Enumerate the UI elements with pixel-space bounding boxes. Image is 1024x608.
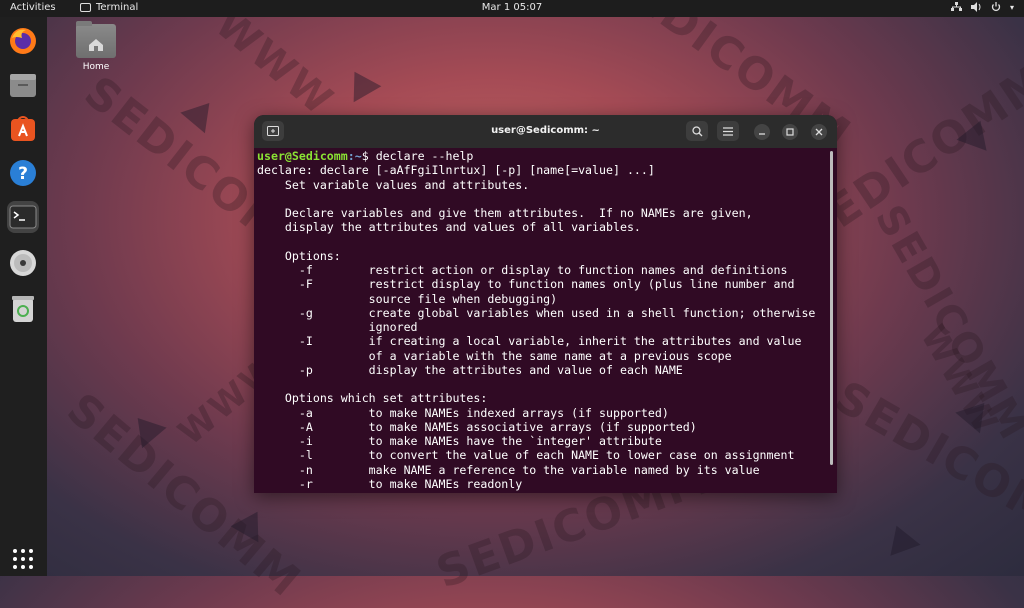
output-line: Options which set attributes: <box>257 391 488 406</box>
terminal-headerbar[interactable]: user@Sedicomm: ~ <box>254 115 837 148</box>
output-line: -i to make NAMEs have the `integer' attr… <box>257 434 662 448</box>
output-line: Declare variables and give them attribut… <box>257 206 753 220</box>
dock-disc[interactable] <box>7 247 39 279</box>
output-line: of a variable with the same name at a pr… <box>257 348 732 363</box>
prompt-line: user@Sedicomm:~$ declare --help <box>257 149 473 163</box>
dock-software[interactable] <box>7 113 39 145</box>
terminal-icon <box>9 205 37 229</box>
output-line: -a to make NAMEs indexed arrays (if supp… <box>257 405 669 420</box>
prompt-path: :~ <box>347 149 362 163</box>
dock-app-grid[interactable] <box>7 543 39 575</box>
output-line: display the attributes and values of all… <box>257 220 641 235</box>
output-line: ignored <box>257 320 418 334</box>
output-line: declare: declare [-aAfFgiIlnrtux] [-p] [… <box>257 163 655 178</box>
output-line: -l to convert the value of each NAME to … <box>257 448 795 463</box>
desktop-home-folder[interactable]: Home <box>75 21 117 72</box>
software-icon <box>11 116 35 141</box>
output-line: -n make NAME a reference to the variable… <box>257 462 760 477</box>
terminal-title: user@Sedicomm: ~ <box>491 125 600 136</box>
firefox-icon <box>10 28 36 54</box>
terminal-output: declare: declare [-aAfFgiIlnrtux] [-p] [… <box>257 163 815 491</box>
triangle-mark <box>881 520 921 556</box>
menu-button[interactable] <box>717 121 739 141</box>
search-button[interactable] <box>686 121 708 141</box>
terminal-scrollbar[interactable] <box>830 151 833 465</box>
search-icon <box>691 125 702 136</box>
output-line: -p display the attributes and value of e… <box>257 362 683 377</box>
output-line: -g create global variables when used in … <box>257 305 816 320</box>
maximize-icon <box>786 128 794 136</box>
prompt-user: user@Sedicomm <box>257 149 348 163</box>
close-button[interactable] <box>811 124 827 140</box>
hamburger-icon <box>723 126 733 136</box>
output-line: -I if creating a local variable, inherit… <box>257 334 802 349</box>
network-icon <box>950 2 962 11</box>
volume-icon <box>970 2 981 12</box>
dock-trash[interactable] <box>7 293 39 325</box>
command-text: declare --help <box>375 149 474 163</box>
top-bar: Activities Terminal Mar 1 05:07 ▾ <box>0 0 1024 17</box>
home-folder-icon <box>76 21 116 58</box>
minimize-icon <box>759 133 765 135</box>
terminal-content[interactable]: user@Sedicomm:~$ declare --help declare:… <box>254 148 837 491</box>
prompt-symbol: $ <box>361 149 376 163</box>
files-icon <box>10 74 36 97</box>
svg-text:?: ? <box>18 164 28 184</box>
triangle-mark <box>180 92 222 134</box>
home-label: Home <box>82 62 110 72</box>
help-icon: ? <box>10 160 36 186</box>
app-grid-icon <box>13 549 33 569</box>
output-line: source file when debugging) <box>257 291 558 306</box>
power-icon <box>991 2 1001 12</box>
output-line: Set variable values and attributes. <box>257 177 530 192</box>
terminal-window[interactable]: user@Sedicomm: ~ user@Sedicomm:~$ declar… <box>254 115 837 493</box>
chevron-down-icon: ▾ <box>1009 2 1014 12</box>
watermark-url: WWW <box>206 0 342 126</box>
maximize-button[interactable] <box>782 124 798 140</box>
output-line: -A to make NAMEs associative arrays (if … <box>257 419 697 434</box>
trash-icon <box>12 296 34 322</box>
dock-help[interactable]: ? <box>7 157 39 189</box>
clock[interactable]: Mar 1 05:07 <box>0 2 1024 13</box>
dock-files[interactable] <box>7 69 39 101</box>
output-line: Options: <box>257 248 341 263</box>
triangle-mark <box>340 63 382 103</box>
dock-firefox[interactable] <box>7 25 39 57</box>
output-line: -f restrict action or display to functio… <box>257 263 788 277</box>
close-icon <box>815 128 823 136</box>
system-tray[interactable]: ▾ <box>950 2 1014 12</box>
dock-terminal[interactable] <box>7 201 39 233</box>
disc-icon <box>10 250 36 276</box>
output-line: -r to make NAMEs readonly <box>257 476 523 491</box>
output-line: -F restrict display to function names on… <box>257 277 795 292</box>
minimize-button[interactable] <box>754 124 770 140</box>
dock: ? <box>0 17 47 576</box>
